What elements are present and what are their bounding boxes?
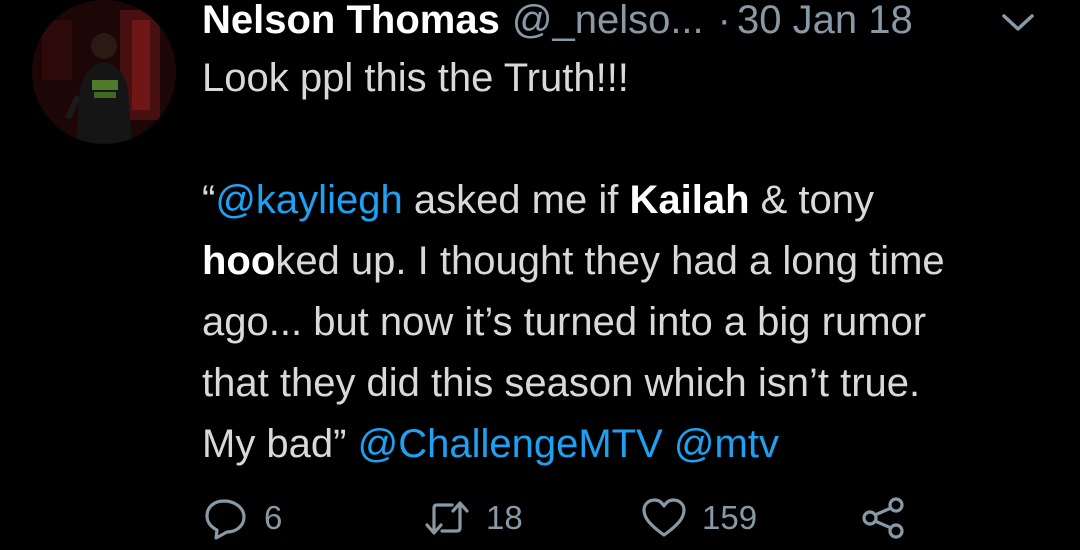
quote-open: “: [202, 178, 216, 222]
text-space: [663, 422, 674, 466]
heart-icon: [640, 496, 688, 540]
text-fragment: & tony: [749, 178, 875, 222]
like-count: 159: [702, 499, 758, 536]
retweet-count: 18: [486, 499, 523, 536]
author-name[interactable]: Nelson Thomas: [202, 0, 500, 42]
text-fragment: My bad”: [202, 422, 358, 466]
tweet-actions: 6 18 159: [202, 492, 962, 544]
tweet[interactable]: Nelson Thomas @_nelso... · 30 Jan 18 Loo…: [0, 0, 1080, 550]
retweet-button[interactable]: 18: [422, 492, 523, 544]
avatar-image: [32, 0, 176, 144]
tweet-text-line: “@kayliegh asked me if Kailah & tony: [202, 170, 1062, 231]
mention-kayliegh[interactable]: @kayliegh: [215, 178, 402, 222]
mention-mtv[interactable]: @mtv: [674, 422, 779, 466]
reply-button[interactable]: 6: [202, 492, 282, 544]
chevron-down-icon[interactable]: [998, 8, 1038, 36]
tweet-date[interactable]: 30 Jan 18: [737, 0, 913, 42]
highlight-kailah: Kailah: [629, 178, 750, 222]
tweet-text-line: ago... but now it’s turned into a big ru…: [202, 300, 927, 344]
avatar[interactable]: [32, 0, 176, 144]
tweet-header: Nelson Thomas @_nelso... · 30 Jan 18: [202, 0, 913, 42]
tweet-text-line: My bad” @ChallengeMTV @mtv: [202, 414, 1062, 475]
text-fragment: ked up. I thought they had a long time: [275, 239, 945, 283]
header-separator: ·: [717, 0, 731, 42]
text-fragment: asked me if: [402, 178, 630, 222]
highlight-hoo: hoo: [202, 239, 276, 283]
like-button[interactable]: 159: [640, 492, 757, 544]
reply-count: 6: [264, 499, 283, 536]
share-icon: [860, 496, 906, 540]
mention-challengemtv[interactable]: @ChallengeMTV: [358, 422, 663, 466]
tweet-text-line: hooked up. I thought they had a long tim…: [202, 231, 1062, 292]
author-handle[interactable]: @_nelso...: [512, 0, 704, 42]
tweet-text-line: Look ppl this the Truth!!!: [202, 56, 629, 100]
tweet-body: Look ppl this the Truth!!! “@kayliegh as…: [202, 48, 1062, 475]
tweet-text-line: that they did this season which isn’t tr…: [202, 361, 921, 405]
retweet-icon: [422, 496, 472, 540]
reply-icon: [202, 496, 250, 540]
share-button[interactable]: [860, 492, 906, 544]
